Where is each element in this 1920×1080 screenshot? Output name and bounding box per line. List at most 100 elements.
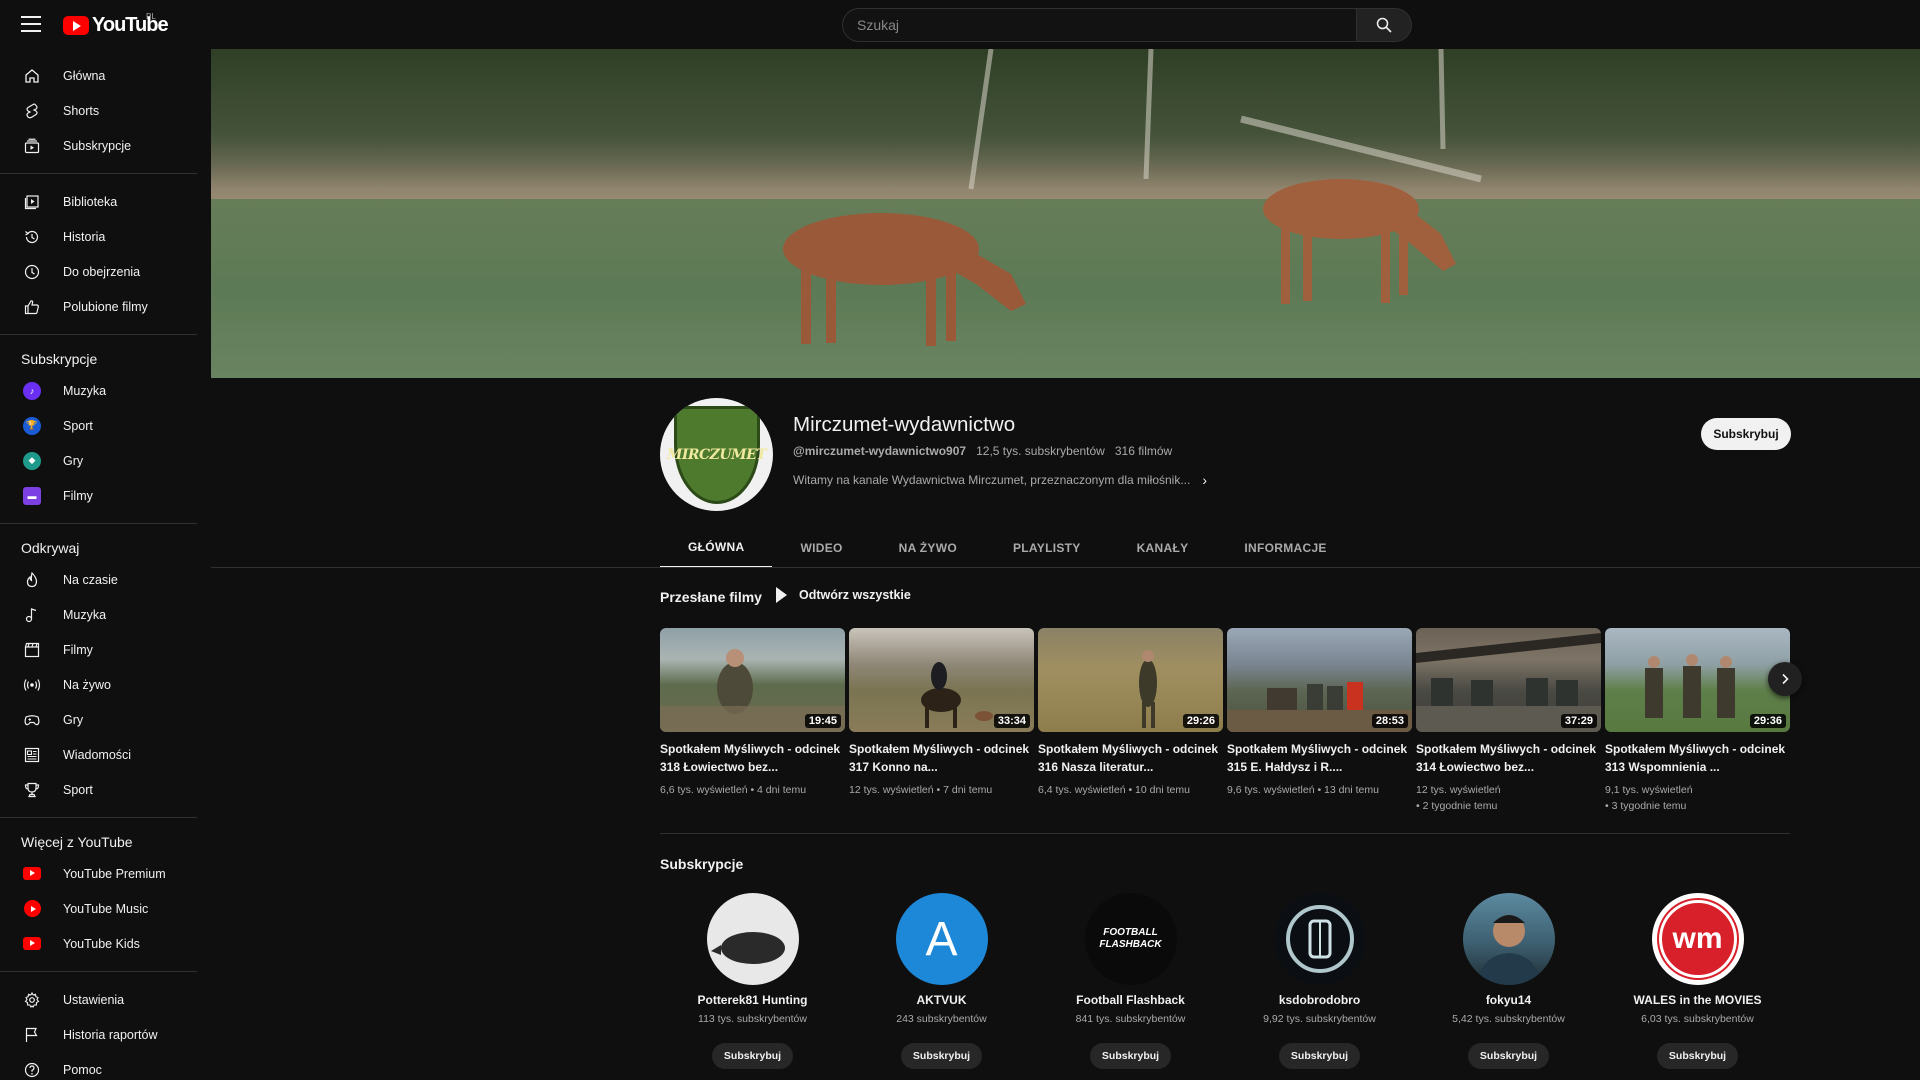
channel-avatar[interactable]: [1462, 893, 1555, 985]
video-thumbnail[interactable]: 37:29: [1416, 628, 1601, 732]
menu-icon[interactable]: [21, 16, 41, 32]
tab-about[interactable]: INFORMACJE: [1216, 528, 1354, 568]
video-card[interactable]: 29:26 Spotkałem Myśliwych - odcinek 316 …: [1038, 628, 1223, 798]
video-thumbnail[interactable]: 19:45: [660, 628, 845, 732]
channel-name[interactable]: fokyu14: [1486, 993, 1531, 1007]
channel-avatar[interactable]: [706, 893, 799, 985]
video-date: • 2 tygodnie temu: [1416, 800, 1498, 812]
sidebar-item-games[interactable]: Gry: [0, 702, 197, 737]
sidebar-item-label: Wiadomości: [63, 747, 132, 762]
sidebar-item-label: Muzyka: [63, 607, 107, 622]
channel-title: Mirczumet-wydawnictwo: [793, 413, 1016, 436]
channel-name[interactable]: ksdobrodobro: [1279, 993, 1360, 1007]
channel-name[interactable]: Potterek81 Hunting: [697, 993, 807, 1007]
banner-deer-image: [783, 49, 1482, 346]
sidebar-item-subscriptions[interactable]: Subskrypcje: [0, 128, 197, 163]
channel-avatar[interactable]: FOOTBALL FLASHBACK: [1084, 893, 1177, 985]
youtube-music-icon: [23, 900, 41, 917]
news-icon: [23, 746, 41, 764]
sidebar-item-label: YouTube Kids: [63, 936, 140, 951]
sidebar-item-history[interactable]: Historia: [0, 219, 197, 254]
sidebar-item-help[interactable]: Pomoc: [0, 1052, 197, 1080]
tab-home[interactable]: GŁÓWNA: [660, 528, 773, 568]
video-card[interactable]: 19:45 Spotkałem Myśliwych - odcinek 318 …: [660, 628, 845, 798]
channel-avatar[interactable]: A: [895, 893, 988, 985]
video-title[interactable]: Spotkałem Myśliwych - odcinek 313 Wspomn…: [1605, 740, 1790, 776]
channel-banner: [211, 49, 1920, 378]
subscribe-button[interactable]: Subskrybuj: [1467, 1043, 1550, 1069]
play-all-button[interactable]: Odtwórz wszystkie: [776, 587, 911, 603]
video-thumbnail[interactable]: 28:53: [1227, 628, 1412, 732]
video-title[interactable]: Spotkałem Myśliwych - odcinek 317 Konno …: [849, 740, 1034, 776]
sidebar-item-trending[interactable]: Na czasie: [0, 562, 197, 597]
video-title[interactable]: Spotkałem Myśliwych - odcinek 318 Łowiec…: [660, 740, 845, 776]
channel-subscribers: 113 tys. subskrybentów: [698, 1013, 807, 1025]
channel-card[interactable]: FOOTBALL FLASHBACK Football Flashback 84…: [1038, 893, 1223, 1069]
channel-card[interactable]: A AKTVUK 243 subskrybentów Subskrybuj: [849, 893, 1034, 1069]
sidebar-item-library[interactable]: Biblioteka: [0, 184, 197, 219]
games-channel-icon: ◆: [23, 451, 41, 470]
sidebar-item-home[interactable]: Główna: [0, 58, 197, 93]
sidebar-item-liked-videos[interactable]: Polubione filmy: [0, 289, 197, 324]
channel-avatar[interactable]: wm: [1651, 893, 1744, 985]
chevron-right-icon: [1782, 673, 1789, 685]
video-thumbnail[interactable]: 29:26: [1038, 628, 1223, 732]
video-card[interactable]: 37:29 Spotkałem Myśliwych - odcinek 314 …: [1416, 628, 1601, 814]
subscribe-button[interactable]: Subskrybuj: [1278, 1043, 1361, 1069]
video-title[interactable]: Spotkałem Myśliwych - odcinek 316 Nasza …: [1038, 740, 1223, 776]
channel-avatar[interactable]: MIRCZUMET: [660, 398, 773, 511]
channel-card[interactable]: wm WALES in the MOVIES 6,03 tys. subskry…: [1605, 893, 1790, 1069]
video-card[interactable]: 29:36 Spotkałem Myśliwych - odcinek 313 …: [1605, 628, 1790, 814]
tab-channels[interactable]: KANAŁY: [1109, 528, 1217, 568]
sidebar-item-youtube-kids[interactable]: YouTube Kids: [0, 926, 197, 961]
search-button[interactable]: [1356, 8, 1412, 42]
subscribe-button[interactable]: Subskrybuj: [900, 1043, 983, 1069]
video-title[interactable]: Spotkałem Myśliwych - odcinek 315 E. Hał…: [1227, 740, 1412, 776]
sidebar-item-sub-music[interactable]: ♪ Muzyka: [0, 373, 197, 408]
video-card[interactable]: 28:53 Spotkałem Myśliwych - odcinek 315 …: [1227, 628, 1412, 798]
sidebar-item-news[interactable]: Wiadomości: [0, 737, 197, 772]
video-card[interactable]: 33:34 Spotkałem Myśliwych - odcinek 317 …: [849, 628, 1034, 798]
subscribe-button[interactable]: Subskrybuj: [711, 1043, 794, 1069]
sidebar-item-youtube-music[interactable]: YouTube Music: [0, 891, 197, 926]
channel-name[interactable]: AKTVUK: [917, 993, 967, 1007]
video-thumbnail[interactable]: 29:36: [1605, 628, 1790, 732]
channel-avatar[interactable]: [1273, 893, 1366, 985]
video-duration: 29:36: [1749, 714, 1786, 728]
tab-playlists[interactable]: PLAYLISTY: [985, 528, 1109, 568]
video-title[interactable]: Spotkałem Myśliwych - odcinek 314 Łowiec…: [1416, 740, 1601, 776]
search-input[interactable]: [842, 8, 1356, 42]
sidebar-item-label: Muzyka: [63, 383, 107, 398]
tab-live[interactable]: NA ŻYWO: [871, 528, 985, 568]
sidebar-item-live[interactable]: Na żywo: [0, 667, 197, 702]
uploads-section-title[interactable]: Przesłane filmy: [660, 589, 762, 605]
tab-videos[interactable]: WIDEO: [772, 528, 870, 568]
sidebar-item-watch-later[interactable]: Do obejrzenia: [0, 254, 197, 289]
sidebar-item-sub-sport[interactable]: 🏆 Sport: [0, 408, 197, 443]
sidebar-item-sub-games[interactable]: ◆ Gry: [0, 443, 197, 478]
channel-card[interactable]: Potterek81 Hunting 113 tys. subskrybentó…: [660, 893, 845, 1069]
youtube-kids-icon: [23, 937, 41, 950]
sidebar-item-sport[interactable]: Sport: [0, 772, 197, 807]
subscribe-button[interactable]: Subskrybuj: [1656, 1043, 1739, 1069]
youtube-premium-icon: [23, 867, 41, 880]
sidebar-item-music[interactable]: Muzyka: [0, 597, 197, 632]
subscribe-button[interactable]: Subskrybuj: [1089, 1043, 1172, 1069]
sidebar-item-shorts[interactable]: Shorts: [0, 93, 197, 128]
channel-card[interactable]: ksdobrodobro 9,92 tys. subskrybentów Sub…: [1227, 893, 1412, 1069]
channel-description[interactable]: Witamy na kanale Wydawnictwa Mirczumet, …: [793, 472, 1207, 488]
shelf-next-button[interactable]: [1768, 662, 1802, 696]
sidebar-item-settings[interactable]: Ustawienia: [0, 982, 197, 1017]
sidebar-item-movies[interactable]: Filmy: [0, 632, 197, 667]
subscribe-button[interactable]: Subskrybuj: [1701, 418, 1791, 450]
sidebar-item-sub-movies[interactable]: ▬ Filmy: [0, 478, 197, 513]
subscriptions-section-title: Subskrypcje: [660, 856, 744, 872]
channel-name[interactable]: WALES in the MOVIES: [1633, 993, 1761, 1007]
channel-card[interactable]: fokyu14 5,42 tys. subskrybentów Subskryb…: [1416, 893, 1601, 1069]
sidebar-item-report-history[interactable]: Historia raportów: [0, 1017, 197, 1052]
help-icon: [23, 1061, 41, 1079]
sidebar-item-youtube-premium[interactable]: YouTube Premium: [0, 856, 197, 891]
channel-name[interactable]: Football Flashback: [1076, 993, 1185, 1007]
sidebar-item-label: Na czasie: [63, 572, 118, 587]
video-thumbnail[interactable]: 33:34: [849, 628, 1034, 732]
